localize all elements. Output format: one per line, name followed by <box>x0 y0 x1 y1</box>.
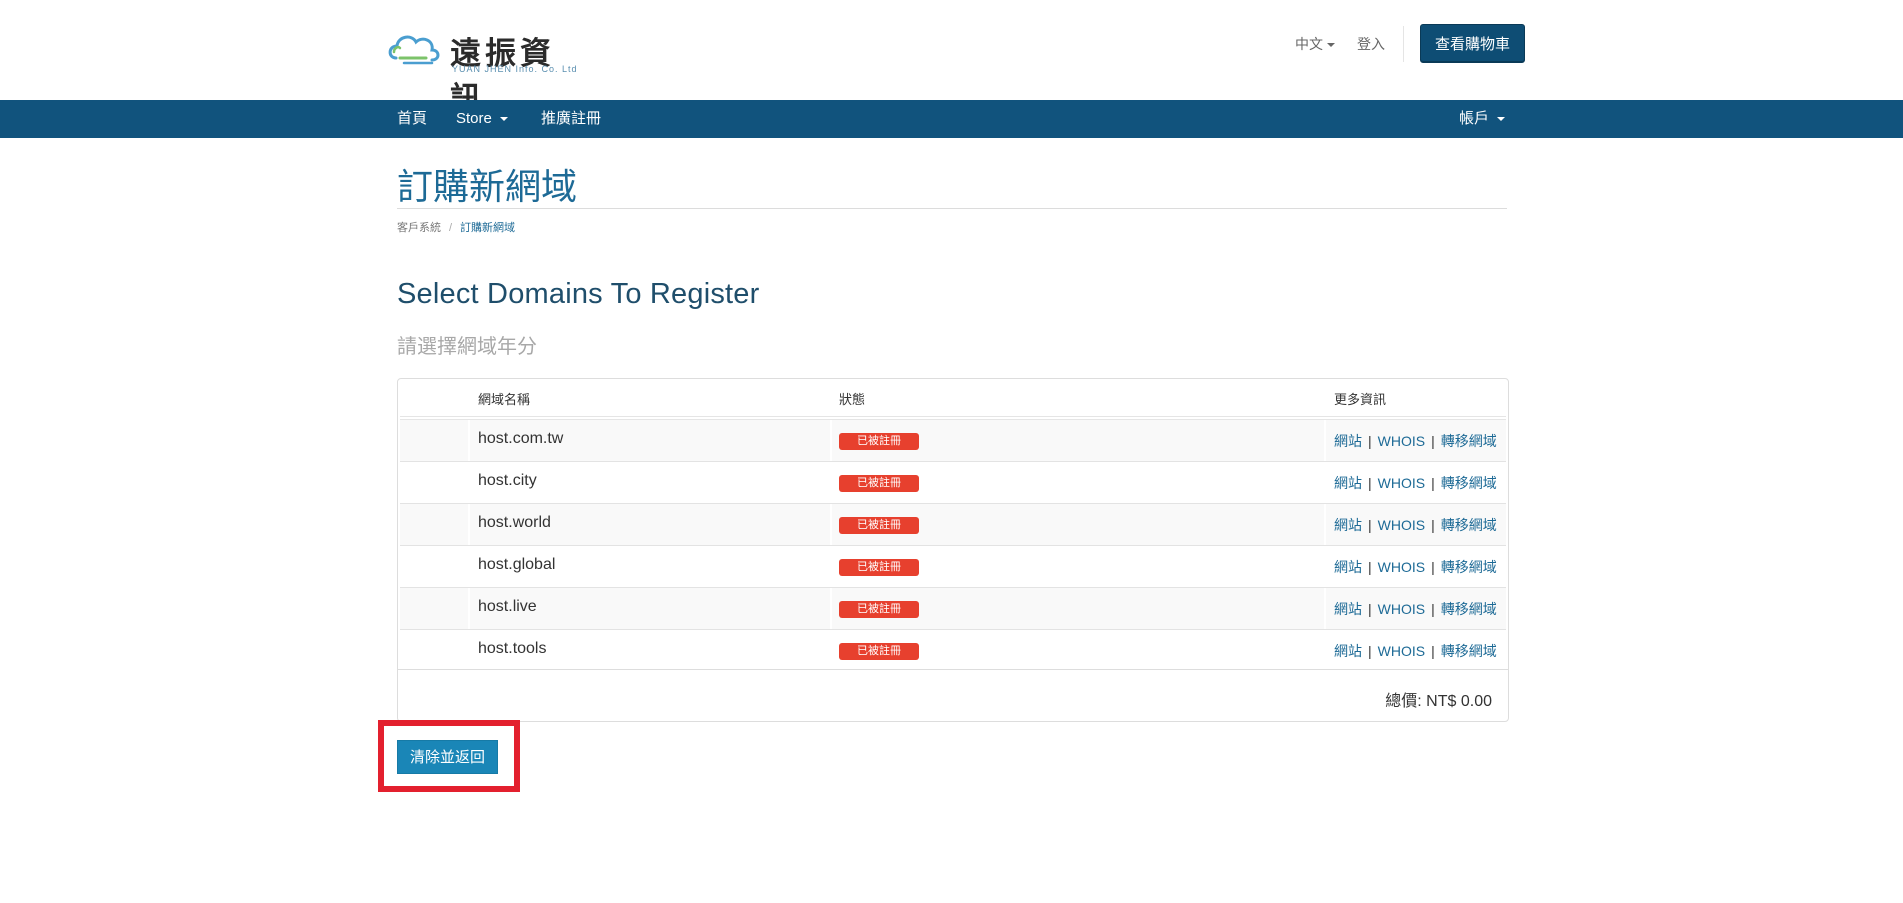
title-divider <box>397 208 1507 209</box>
language-dropdown[interactable]: 中文 <box>1295 34 1335 54</box>
main-navbar: 首頁 Store 推廣註冊 帳戶 <box>0 100 1903 138</box>
status-badge: 已被註冊 <box>839 517 919 534</box>
domain-name: host.city <box>478 472 537 489</box>
section-subtitle: 請選擇網域年分 <box>397 336 537 358</box>
more-info-links: 網站 | WHOIS | 轉移網域 <box>1334 475 1497 491</box>
status-badge: 已被註冊 <box>839 475 919 492</box>
whois-link[interactable]: WHOIS <box>1378 601 1425 617</box>
status-badge: 已被註冊 <box>839 433 919 450</box>
status-badge: 已被註冊 <box>839 643 919 660</box>
table-row: host.world 已被註冊 網站 | WHOIS | 轉移網域 <box>400 504 1506 546</box>
more-info-links: 網站 | WHOIS | 轉移網域 <box>1334 559 1497 575</box>
nav-affiliate[interactable]: 推廣註冊 <box>541 100 601 138</box>
clear-and-return-button[interactable]: 清除並返回 <box>397 740 498 774</box>
status-badge: 已被註冊 <box>839 601 919 618</box>
website-link[interactable]: 網站 <box>1334 433 1362 449</box>
transfer-domain-link[interactable]: 轉移網域 <box>1441 517 1497 533</box>
domain-name: host.world <box>478 514 551 531</box>
more-info-links: 網站 | WHOIS | 轉移網域 <box>1334 433 1497 449</box>
nav-account-dropdown[interactable]: 帳戶 <box>1459 100 1506 138</box>
table-row: host.global 已被註冊 網站 | WHOIS | 轉移網域 <box>400 546 1506 588</box>
chevron-down-icon <box>499 117 508 122</box>
domain-name: host.global <box>478 556 556 573</box>
website-link[interactable]: 網站 <box>1334 643 1362 659</box>
nav-store-label: Store <box>456 110 492 127</box>
nav-store-dropdown[interactable]: Store <box>456 100 508 138</box>
whois-link[interactable]: WHOIS <box>1378 559 1425 575</box>
domain-name: host.com.tw <box>478 430 564 447</box>
breadcrumb: 客戶系統 / 訂購新網域 <box>397 219 515 235</box>
transfer-domain-link[interactable]: 轉移網域 <box>1441 475 1497 491</box>
website-link[interactable]: 網站 <box>1334 601 1362 617</box>
domain-table: 網域名稱 狀態 更多資訊 host.com.tw 已被註冊 網站 | WHOIS | 轉… <box>397 378 1509 722</box>
cloud-logo-icon <box>388 35 440 65</box>
table-row: host.live 已被註冊 網站 | WHOIS | 轉移網域 <box>400 588 1506 630</box>
more-info-links: 網站 | WHOIS | 轉移網域 <box>1334 643 1497 659</box>
table-row: host.com.tw 已被註冊 網站 | WHOIS | 轉移網域 <box>400 420 1506 462</box>
breadcrumb-item-current: 訂購新網域 <box>460 222 516 234</box>
total-price: 總價: NT$ 0.00 <box>1385 693 1492 710</box>
site-header: 遠振資訊 YUAN JHEN Info. Co. Ltd 中文 登入 查看購物車 <box>0 0 1903 117</box>
company-logo[interactable]: 遠振資訊 YUAN JHEN Info. Co. Ltd <box>386 28 586 117</box>
table-row: host.tools 已被註冊 網站 | WHOIS | 轉移網域 <box>400 630 1506 671</box>
logo-english-text: YUAN JHEN Info. Co. Ltd <box>452 64 578 74</box>
login-link[interactable]: 登入 <box>1357 34 1385 54</box>
page-title: 訂購新網域 <box>397 166 578 207</box>
breadcrumb-separator: / <box>449 222 453 234</box>
table-row: host.city 已被註冊 網站 | WHOIS | 轉移網域 <box>400 462 1506 504</box>
more-info-links: 網站 | WHOIS | 轉移網域 <box>1334 517 1497 533</box>
domain-name: host.live <box>478 598 537 615</box>
website-link[interactable]: 網站 <box>1334 559 1362 575</box>
column-header-domain: 網域名稱 <box>478 392 531 407</box>
chevron-down-icon <box>1326 42 1335 47</box>
transfer-domain-link[interactable]: 轉移網域 <box>1441 601 1497 617</box>
top-links: 中文 登入 查看購物車 <box>1295 24 1525 63</box>
transfer-domain-link[interactable]: 轉移網域 <box>1441 643 1497 659</box>
whois-link[interactable]: WHOIS <box>1378 643 1425 659</box>
view-cart-button[interactable]: 查看購物車 <box>1419 24 1525 63</box>
nav-account-label: 帳戶 <box>1459 110 1490 127</box>
breadcrumb-item-client-area[interactable]: 客戶系統 <box>397 222 441 234</box>
whois-link[interactable]: WHOIS <box>1378 517 1425 533</box>
table-header: 網域名稱 狀態 更多資訊 <box>398 379 1508 420</box>
chevron-down-icon <box>1497 117 1506 122</box>
domain-name: host.tools <box>478 640 547 657</box>
whois-link[interactable]: WHOIS <box>1378 433 1425 449</box>
language-label: 中文 <box>1294 35 1323 52</box>
whois-link[interactable]: WHOIS <box>1378 475 1425 491</box>
section-title: Select Domains To Register <box>397 278 760 310</box>
transfer-domain-link[interactable]: 轉移網域 <box>1441 433 1497 449</box>
divider <box>1402 25 1404 62</box>
website-link[interactable]: 網站 <box>1334 517 1362 533</box>
more-info-links: 網站 | WHOIS | 轉移網域 <box>1334 601 1497 617</box>
column-header-status: 狀態 <box>839 392 866 407</box>
column-header-more-info: 更多資訊 <box>1334 392 1387 407</box>
website-link[interactable]: 網站 <box>1334 475 1362 491</box>
transfer-domain-link[interactable]: 轉移網域 <box>1441 559 1497 575</box>
nav-home[interactable]: 首頁 <box>397 100 427 138</box>
status-badge: 已被註冊 <box>839 559 919 576</box>
